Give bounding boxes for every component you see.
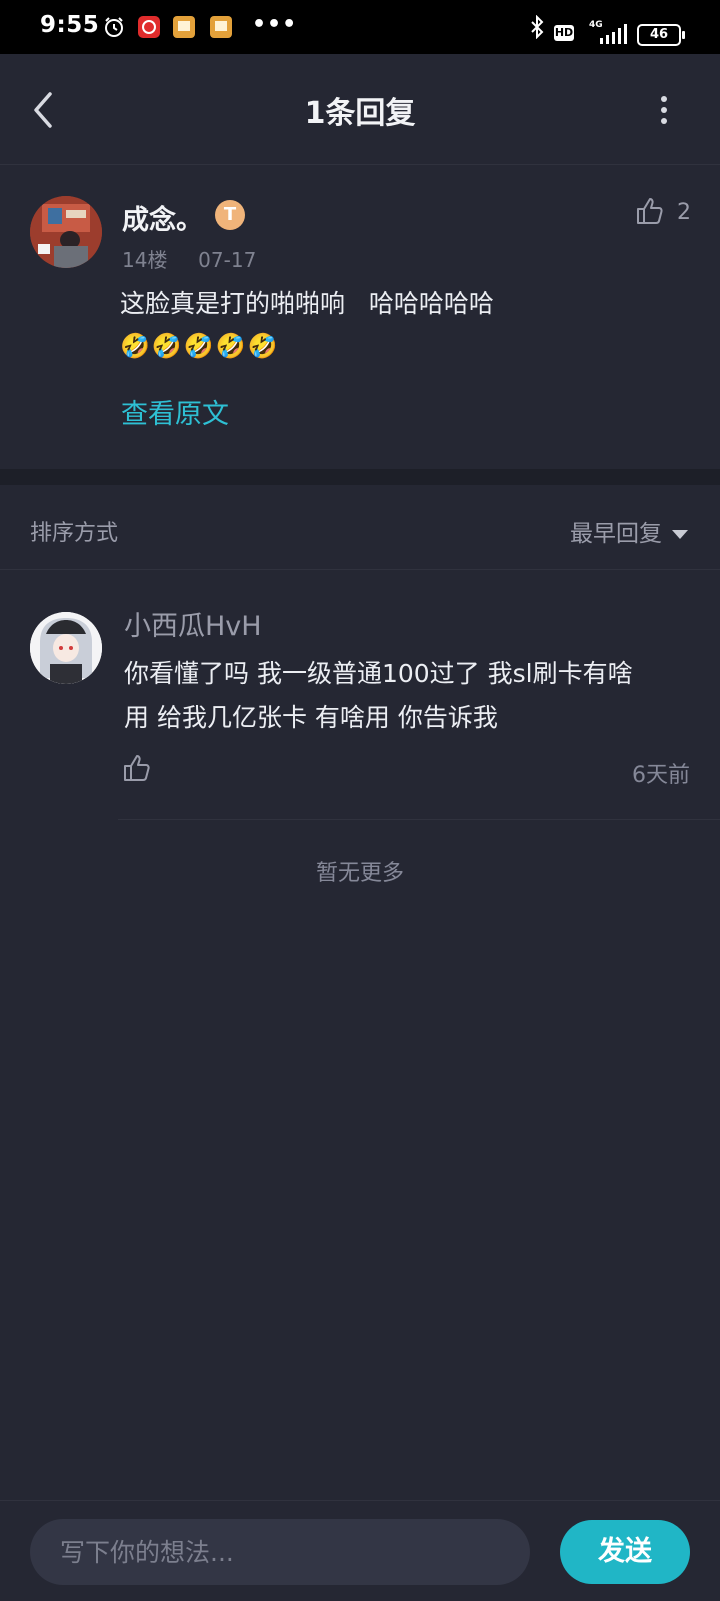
comment-date: 07-17 [198, 248, 257, 272]
more-notifications-icon: ••• [252, 12, 298, 37]
floor-number: 14楼 [122, 248, 168, 272]
composer-bar: 发送 [0, 1500, 720, 1601]
sort-selected-value: 最早回复 [570, 521, 662, 547]
avatar[interactable] [30, 196, 102, 268]
signal-icon [600, 24, 627, 44]
hd-icon: HD [554, 25, 574, 41]
send-button[interactable]: 发送 [560, 1520, 690, 1584]
like-count: 2 [677, 200, 691, 225]
level-badge: T [215, 200, 245, 230]
thumbs-up-icon[interactable] [635, 196, 665, 226]
reply-item: 小西瓜HvH 你看懂了吗 我一级普通100过了 我sl刷卡有啥 用 给我几亿张卡… [0, 570, 720, 820]
view-original-link[interactable]: 查看原文 [121, 392, 229, 431]
reply-text-line2: 用 给我几亿张卡 有啥用 你告诉我 [124, 703, 498, 732]
reply-time: 6天前 [632, 763, 690, 788]
caret-down-icon [672, 530, 688, 539]
sort-label: 排序方式 [30, 521, 119, 546]
no-more-label: 暂无更多 [315, 861, 404, 886]
sort-bar: 排序方式 最早回复 [0, 485, 720, 570]
reply-text-line1: 你看懂了吗 我一级普通100过了 我sl刷卡有啥 [124, 659, 633, 688]
reply-avatar[interactable] [30, 612, 102, 684]
comment-text: 这脸真是打的啪啪响 哈哈哈哈哈 [120, 289, 494, 318]
notification-app-icon [173, 16, 195, 38]
bluetooth-icon [531, 15, 544, 39]
reply-username[interactable]: 小西瓜HvH [124, 604, 262, 643]
page-title: 1条回复 [304, 96, 416, 131]
username[interactable]: 成念。 [122, 198, 203, 237]
original-comment: 成念。 T 14楼 07-17 2 这脸真是打的啪啪响 哈哈哈哈哈 🤣🤣🤣🤣🤣 … [0, 164, 720, 469]
emoji-row: 🤣🤣🤣🤣🤣 [120, 332, 280, 360]
status-time: 9:55 [40, 12, 100, 38]
battery-icon: 46 [637, 24, 685, 46]
thumbs-up-icon[interactable] [122, 753, 152, 783]
reply-input[interactable] [30, 1519, 530, 1585]
notification-app-icon-2 [210, 16, 232, 38]
more-options-icon[interactable] [658, 94, 670, 126]
alarm-icon [105, 17, 123, 37]
comment-meta: 14楼 07-17 [122, 244, 256, 273]
top-bar: 1条回复 [0, 54, 720, 165]
section-divider [0, 469, 720, 485]
divider [118, 819, 720, 820]
status-bar: 9:55 ••• HD 4G 46 [0, 0, 720, 54]
sort-dropdown[interactable]: 最早回复 [570, 514, 688, 548]
music-app-icon [138, 16, 160, 38]
